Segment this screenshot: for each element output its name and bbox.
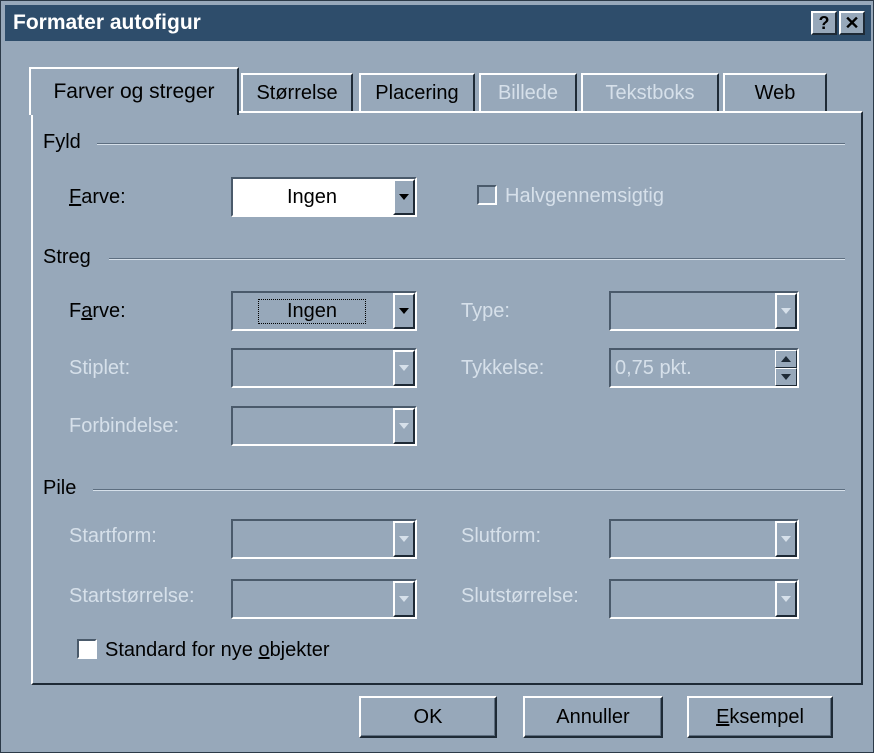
line-type-label: Type: <box>461 300 510 322</box>
fill-color-value: Ingen <box>286 185 338 208</box>
dash-value <box>233 350 391 386</box>
fill-color-label: Farve: <box>69 186 126 208</box>
format-autoshape-dialog: Formater autofigur ? ✕ Farver og streger… <box>0 0 874 753</box>
line-color-dropdown[interactable]: Ingen <box>231 291 417 331</box>
tab-colors-and-lines[interactable]: Farver og streger <box>29 67 239 115</box>
end-size-label: Slutstørrelse: <box>461 585 579 607</box>
tab-picture[interactable]: Billede <box>479 73 577 111</box>
line-color-value: Ingen <box>233 293 391 329</box>
dash-label: Stiplet: <box>69 357 131 379</box>
begin-style-dropdown[interactable] <box>231 519 417 559</box>
spin-up-icon[interactable] <box>775 350 797 368</box>
tab-size[interactable]: Størrelse <box>241 73 353 111</box>
default-for-new-objects-checkbox[interactable] <box>77 639 97 659</box>
ok-button[interactable]: OK <box>359 696 497 738</box>
chevron-down-icon[interactable] <box>775 293 797 329</box>
chevron-down-icon[interactable] <box>393 179 415 215</box>
semi-transparent-label: Halvgennemsigtig <box>505 185 664 207</box>
line-type-value <box>611 293 773 329</box>
begin-style-value <box>233 521 391 557</box>
chevron-down-icon[interactable] <box>393 350 415 386</box>
line-type-dropdown[interactable] <box>609 291 799 331</box>
end-size-dropdown[interactable] <box>609 579 799 619</box>
spin-down-icon[interactable] <box>775 368 797 386</box>
fill-divider <box>97 143 845 145</box>
connector-value <box>233 408 391 444</box>
end-style-dropdown[interactable] <box>609 519 799 559</box>
chevron-down-icon[interactable] <box>393 581 415 617</box>
title-bar[interactable]: Formater autofigur ? ✕ <box>5 5 871 41</box>
end-size-value <box>611 581 773 617</box>
spinner-arrows[interactable] <box>775 350 797 386</box>
connector-dropdown[interactable] <box>231 406 417 446</box>
begin-size-value <box>233 581 391 617</box>
chevron-down-icon[interactable] <box>393 293 415 329</box>
line-weight-value: 0,75 pkt. <box>615 356 692 379</box>
chevron-down-icon[interactable] <box>393 408 415 444</box>
begin-size-label: Startstørrelse: <box>69 585 195 607</box>
window-title: Formater autofigur <box>13 11 201 34</box>
begin-style-label: Startform: <box>69 525 157 547</box>
fill-color-dropdown[interactable]: Ingen <box>231 177 417 217</box>
begin-size-dropdown[interactable] <box>231 579 417 619</box>
help-button[interactable]: ? <box>811 11 837 35</box>
end-style-value <box>611 521 773 557</box>
line-weight-label: Tykkelse: <box>461 357 545 379</box>
connector-label: Forbindelse: <box>69 415 180 437</box>
line-section-title: Streg <box>43 246 91 268</box>
fill-section-title: Fyld <box>43 131 81 153</box>
preview-button[interactable]: Eksempel <box>687 696 833 738</box>
end-style-label: Slutform: <box>461 525 542 547</box>
tab-web[interactable]: Web <box>723 73 827 111</box>
arrows-section-title: Pile <box>43 477 77 499</box>
line-divider <box>109 258 845 260</box>
tab-textbox[interactable]: Tekstboks <box>581 73 719 111</box>
semi-transparent-checkbox[interactable] <box>477 185 497 205</box>
dash-dropdown[interactable] <box>231 348 417 388</box>
arrows-divider <box>93 489 845 491</box>
close-button[interactable]: ✕ <box>839 11 865 35</box>
chevron-down-icon[interactable] <box>393 521 415 557</box>
line-weight-spinner[interactable]: 0,75 pkt. <box>609 348 799 388</box>
line-color-label: Farve: <box>69 300 126 322</box>
chevron-down-icon[interactable] <box>775 581 797 617</box>
tab-position[interactable]: Placering <box>359 73 475 111</box>
default-for-new-objects-label: Standard for nye objekter <box>105 639 330 661</box>
chevron-down-icon[interactable] <box>775 521 797 557</box>
cancel-button[interactable]: Annuller <box>523 696 663 738</box>
